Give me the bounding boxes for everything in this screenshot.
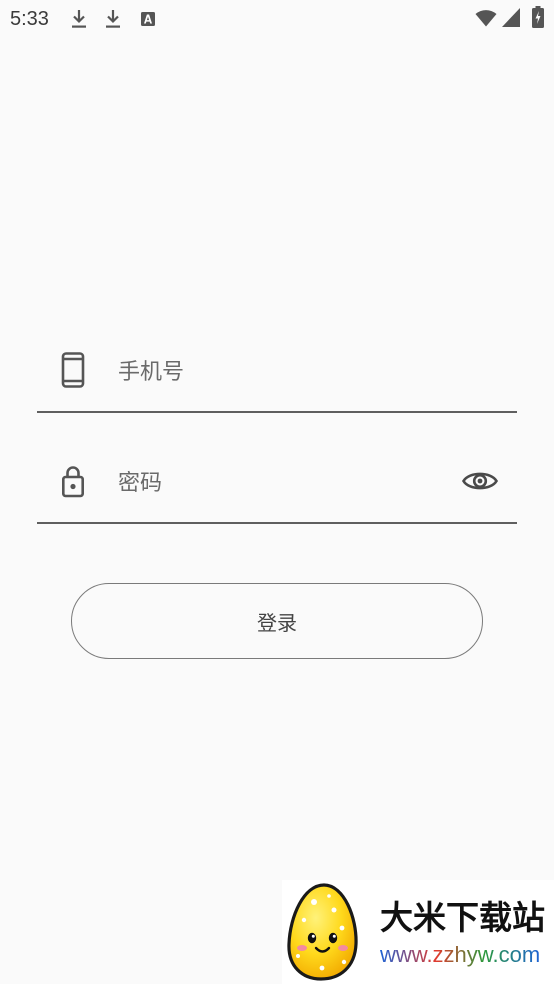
phone-number-input[interactable] <box>118 354 438 390</box>
watermark-site-url: www.zzhyw.com <box>380 942 541 967</box>
lock-icon <box>61 464 85 502</box>
phone-icon <box>61 352 85 392</box>
login-button[interactable]: 登录 <box>71 583 483 659</box>
rice-mascot-logo <box>284 882 360 984</box>
password-input-underline <box>37 522 517 524</box>
watermark-site-name: 大米下载站 <box>380 898 545 937</box>
login-form: 登录 <box>0 0 554 700</box>
watermark: 大米下载站 www.zzhyw.com <box>282 880 554 984</box>
eye-icon[interactable] <box>461 468 499 498</box>
phone-input-underline <box>37 411 517 413</box>
password-input[interactable] <box>118 465 438 501</box>
